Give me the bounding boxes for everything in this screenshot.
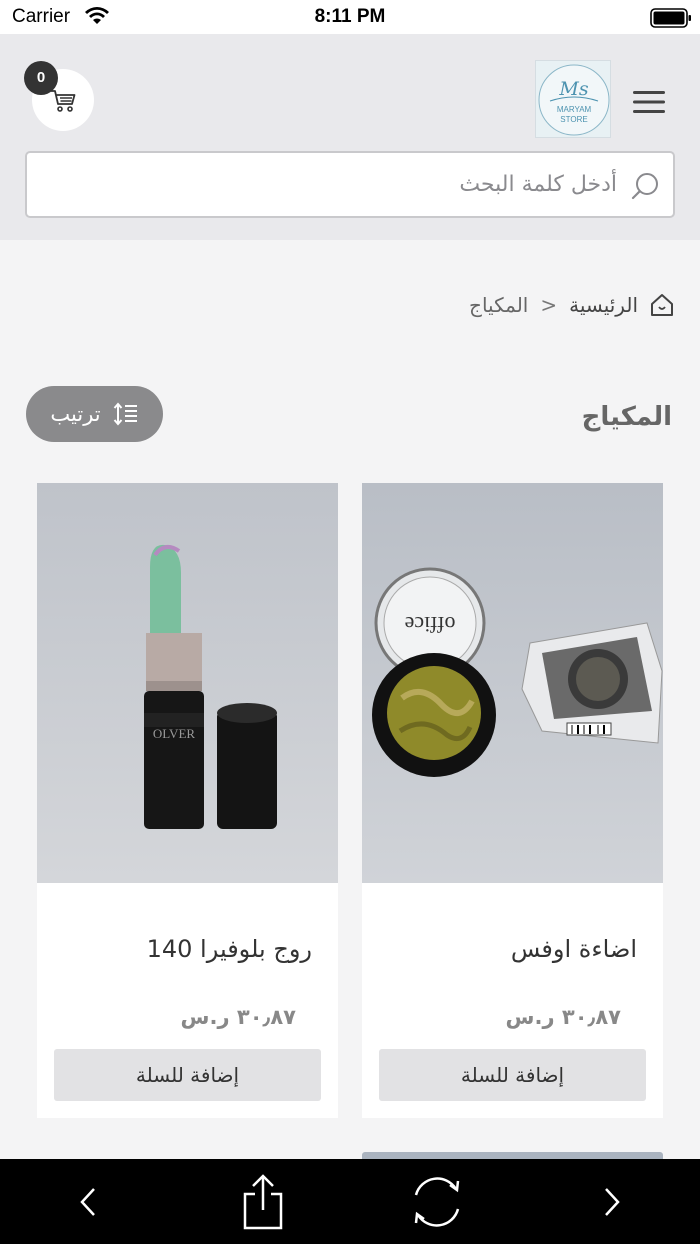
sort-icon xyxy=(113,402,137,426)
forward-button[interactable] xyxy=(572,1159,652,1244)
search-placeholder: أدخل كلمة البحث xyxy=(459,172,617,197)
sort-button[interactable]: ترتيب xyxy=(26,386,163,442)
refresh-icon xyxy=(414,1176,460,1227)
product-card[interactable]: OLVER روج بلوفيرا 140 ٣٠٫٨٧ ر.س إضافة لل… xyxy=(37,483,338,1118)
svg-text:MARYAM: MARYAM xyxy=(557,105,592,114)
sort-label: ترتيب xyxy=(50,402,101,426)
store-logo[interactable]: Ms MARYAM STORE xyxy=(535,60,611,138)
svg-text:STORE: STORE xyxy=(560,115,587,124)
refresh-button[interactable] xyxy=(397,1159,477,1244)
breadcrumb: الرئيسية < المكياج xyxy=(469,289,674,321)
product-card[interactable]: office اضاءة اوفس ٣٠٫٨٧ ر.س إضافة للسلة xyxy=(362,483,663,1118)
share-icon xyxy=(243,1173,283,1229)
back-button[interactable] xyxy=(48,1159,128,1244)
product-name[interactable]: اضاءة اوفس xyxy=(511,935,637,963)
search-input[interactable]: أدخل كلمة البحث xyxy=(25,151,675,218)
svg-text:office: office xyxy=(405,612,456,637)
home-icon[interactable] xyxy=(650,292,674,318)
product-name[interactable]: روج بلوفيرا 140 xyxy=(147,935,312,963)
back-icon xyxy=(80,1187,95,1216)
status-time: 8:11 PM xyxy=(314,6,386,27)
logo-image: Ms MARYAM STORE xyxy=(538,64,610,136)
product-price: ٣٠٫٨٧ ر.س xyxy=(180,1005,296,1029)
forward-icon xyxy=(605,1187,620,1216)
status-bar: Carrier 8:11 PM xyxy=(0,0,700,34)
cart-count-badge: 0 xyxy=(24,61,58,95)
breadcrumb-current: المكياج xyxy=(469,293,529,317)
breadcrumb-separator: < xyxy=(540,293,558,317)
menu-button[interactable] xyxy=(632,88,666,116)
share-button[interactable] xyxy=(223,1159,303,1244)
svg-text:OLVER: OLVER xyxy=(153,726,195,741)
browser-toolbar xyxy=(0,1159,700,1244)
add-to-cart-button[interactable]: إضافة للسلة xyxy=(379,1049,646,1101)
breadcrumb-home-link[interactable]: الرئيسية xyxy=(569,293,638,317)
product-image[interactable]: OLVER xyxy=(37,483,338,883)
battery-icon xyxy=(650,8,691,28)
add-to-cart-button[interactable]: إضافة للسلة xyxy=(54,1049,321,1101)
product-price: ٣٠٫٨٧ ر.س xyxy=(505,1005,621,1029)
search-icon xyxy=(631,173,658,200)
product-image[interactable]: office xyxy=(362,483,663,883)
page-title: المكياج xyxy=(581,402,672,432)
